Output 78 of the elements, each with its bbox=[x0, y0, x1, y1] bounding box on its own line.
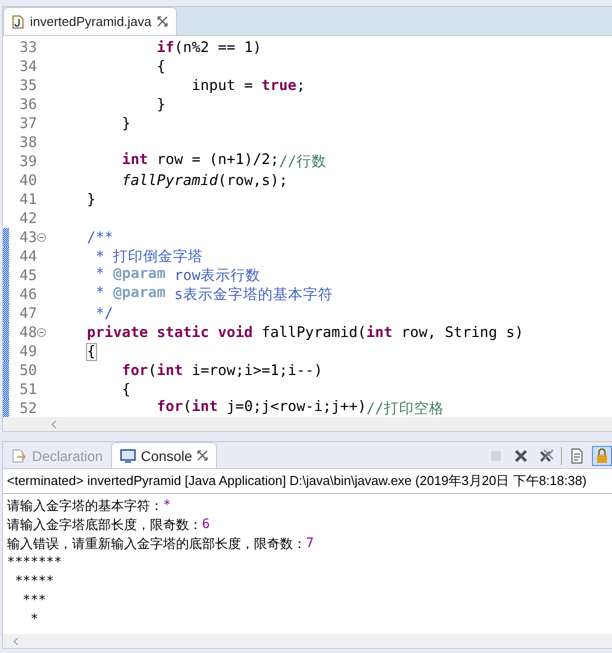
code-text: row, String s) bbox=[401, 324, 524, 340]
console-output: * bbox=[29, 612, 38, 627]
line-number: 45 bbox=[18, 268, 37, 284]
code-comment: //行数 bbox=[279, 153, 326, 171]
input-text: 7 bbox=[306, 536, 314, 551]
keyword: int bbox=[366, 324, 392, 340]
collapse-icon[interactable] bbox=[37, 233, 46, 242]
line-number: 35 bbox=[18, 78, 37, 94]
line-number: 34 bbox=[18, 58, 37, 74]
line-number: 37 bbox=[18, 116, 37, 132]
keyword: for bbox=[122, 362, 148, 378]
console-output: ***** bbox=[14, 574, 54, 589]
code-text: } bbox=[86, 192, 96, 208]
doc-comment: */ bbox=[96, 306, 114, 322]
method-call: fallPyramid bbox=[122, 172, 218, 188]
line-number: 46 bbox=[18, 286, 37, 302]
doc-comment: * bbox=[96, 285, 106, 303]
code-text: ( bbox=[148, 362, 157, 378]
code-text: { bbox=[122, 382, 131, 398]
keyword: int bbox=[156, 362, 183, 378]
line-number: 52 bbox=[18, 400, 37, 416]
code-text: fallPyramid( bbox=[262, 324, 366, 340]
code-text: i=row;i>=1;i--) bbox=[192, 362, 323, 378]
doc-tag: @param bbox=[113, 266, 166, 285]
code-comment: //打印空格 bbox=[366, 400, 444, 417]
line-number: 43 bbox=[18, 230, 37, 246]
keyword: if bbox=[156, 40, 174, 56]
keyword: true bbox=[262, 78, 296, 94]
keyword: for bbox=[156, 399, 183, 417]
line-number: 51 bbox=[18, 382, 37, 398]
code-text: } bbox=[122, 116, 131, 132]
line-number: 48 bbox=[18, 324, 37, 340]
code-text: ( bbox=[182, 399, 192, 417]
editor-tab[interactable]: invertedPyramid.java bbox=[3, 7, 178, 35]
close-icon[interactable] bbox=[157, 16, 168, 27]
console-output: 请输入金字塔的基本字符： bbox=[7, 498, 163, 514]
input-text: 6 bbox=[202, 517, 210, 532]
keyword: int bbox=[192, 399, 218, 417]
line-number: 49 bbox=[18, 344, 37, 360]
monitor-icon bbox=[120, 448, 136, 464]
line-number: 40 bbox=[18, 172, 37, 188]
keyword: int bbox=[122, 152, 148, 170]
code-text: input = bbox=[192, 78, 254, 94]
doc-comment: * 打印倒金字塔 bbox=[96, 248, 204, 266]
line-number: 38 bbox=[18, 134, 37, 150]
doc-tag: @param bbox=[113, 285, 166, 304]
doc-comment: /** bbox=[86, 230, 114, 246]
input-text: * bbox=[163, 498, 171, 513]
code-text: { bbox=[156, 58, 166, 74]
code-text: j=0;j<row-i;j++) bbox=[226, 399, 366, 417]
code-text: (n%2 == 1) bbox=[174, 40, 262, 56]
java-file-icon bbox=[12, 14, 24, 28]
declaration-icon bbox=[11, 448, 27, 464]
process-status: <terminated> invertedPyramid [Java Application] D:\java\bin\javaw.exe (2019年3月20日 下午8:18:38) bbox=[3, 469, 612, 494]
console-output: ******* bbox=[7, 555, 62, 570]
matched-bracket: { bbox=[86, 344, 96, 360]
close-icon[interactable] bbox=[197, 450, 208, 461]
line-number: 33 bbox=[18, 40, 37, 56]
line-number: 42 bbox=[18, 210, 37, 226]
doc-comment: s表示金字塔的基本字符 bbox=[174, 286, 333, 304]
doc-comment: row表示行数 bbox=[174, 267, 260, 285]
line-number: 36 bbox=[18, 96, 37, 112]
keyword: private static void bbox=[86, 324, 253, 340]
console-output: 请输入金字塔底部长度，限奇数： bbox=[7, 516, 202, 534]
line-number: 39 bbox=[18, 154, 37, 170]
console-output: *** bbox=[22, 593, 46, 608]
code-text: (row,s); bbox=[218, 172, 288, 188]
view-tab[interactable]: Console bbox=[110, 442, 218, 468]
code-text: } bbox=[156, 96, 166, 112]
console-output: 输入错误，请重新输入金字塔的底部长度，限奇数： bbox=[7, 536, 306, 552]
code-text: ; bbox=[296, 78, 306, 94]
line-number: 44 bbox=[18, 248, 37, 264]
code-text: row = (n+1)/2; bbox=[156, 152, 279, 170]
collapse-icon[interactable] bbox=[37, 328, 46, 337]
line-number: 47 bbox=[18, 306, 37, 322]
doc-comment: * bbox=[96, 266, 106, 284]
line-number: 41 bbox=[18, 192, 37, 208]
line-number: 50 bbox=[18, 362, 37, 378]
